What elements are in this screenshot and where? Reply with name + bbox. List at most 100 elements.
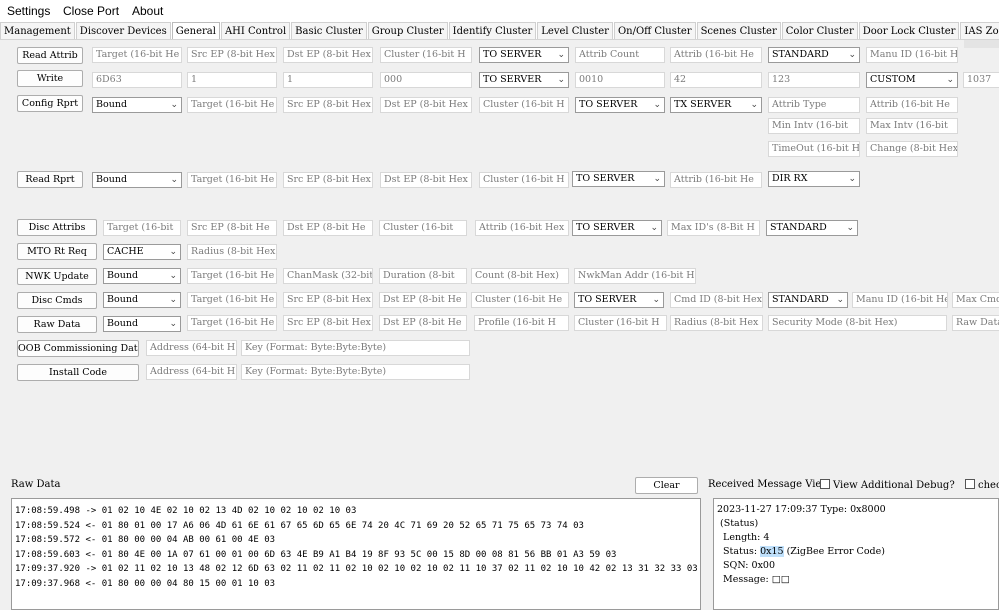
read-attrib-dst-ep-input[interactable]: Dst EP (8-bit Hex — [283, 47, 373, 63]
menu-settings[interactable]: Settings — [7, 4, 50, 18]
tab-identify-cluster[interactable]: Identify Cluster — [448, 22, 537, 39]
config-rprt-button[interactable]: Config Rprt — [17, 95, 83, 112]
nwk-nwkman-input[interactable]: NwkMan Addr (16-bit He — [574, 268, 696, 284]
disc-cmds-dst-ep-input[interactable]: Dst EP (8-bit He — [379, 292, 467, 308]
oob-commissioning-button[interactable]: OOB Commissioning Data — [17, 340, 139, 357]
oob-key-input[interactable]: Key (Format: Byte:Byte:Byte) — [241, 340, 470, 356]
disc-attribs-attrib-input[interactable]: Attrib (16-bit Hex — [475, 220, 569, 236]
tab-basic-cluster[interactable]: Basic Cluster — [291, 22, 367, 39]
read-attrib-src-ep-input[interactable]: Src EP (8-bit Hex — [187, 47, 277, 63]
raw-profile-input[interactable]: Profile (16-bit H — [474, 315, 569, 331]
received-message-view[interactable]: 2023-11-27 17:09:37 Type: 0x8000 (Status… — [713, 498, 999, 610]
read-attrib-mode-select[interactable]: STANDARD ⌄ — [768, 47, 860, 63]
config-rprt-src-ep-input[interactable]: Src EP (8-bit Hex — [283, 97, 373, 113]
write-cluster-input[interactable]: 000 — [380, 72, 472, 88]
read-rprt-addr-mode-select[interactable]: Bound ⌄ — [92, 172, 182, 188]
nwk-target-input[interactable]: Target (16-bit He — [187, 268, 277, 284]
disc-attribs-src-ep-input[interactable]: Src EP (8-bit He — [187, 220, 277, 236]
read-rprt-button[interactable]: Read Rprt — [17, 171, 83, 188]
tab-group-cluster[interactable]: Group Cluster — [367, 22, 448, 39]
checkbox-box[interactable] — [820, 479, 830, 489]
second-checkbox[interactable]: chec — [965, 479, 999, 491]
nwk-duration-input[interactable]: Duration (8-bit — [379, 268, 467, 284]
read-attrib-button[interactable]: Read Attrib — [17, 47, 83, 64]
config-rprt-direction-select[interactable]: TO SERVER ⌄ — [575, 97, 665, 113]
tab-discover-devices[interactable]: Discover Devices — [75, 22, 171, 39]
read-rprt-dir-select[interactable]: DIR RX ⌄ — [768, 171, 860, 187]
disc-attribs-max-ids-input[interactable]: Max ID's (8-Bit H — [667, 220, 760, 236]
config-rprt-attrib-input[interactable]: Attrib (16-bit He — [866, 97, 958, 113]
raw-radius-input[interactable]: Radius (8-bit Hex — [670, 315, 763, 331]
write-direction-select[interactable]: TO SERVER ⌄ — [479, 72, 569, 88]
tab-door-lock-cluster[interactable]: Door Lock Cluster — [858, 22, 960, 39]
disc-cmds-max-cmds-input[interactable]: Max Cmds — [952, 292, 999, 308]
raw-data-button[interactable]: Raw Data — [17, 316, 97, 333]
read-attrib-count-input[interactable]: Attrib Count — [575, 47, 665, 63]
write-extra-input[interactable]: 1037 — [963, 72, 999, 88]
disc-attribs-button[interactable]: Disc Attribs — [17, 219, 97, 236]
tab-general[interactable]: General — [171, 22, 220, 39]
disc-cmds-direction-select[interactable]: TO SERVER ⌄ — [574, 292, 664, 308]
disc-attribs-direction-select[interactable]: TO SERVER ⌄ — [572, 220, 662, 236]
config-rprt-cluster-input[interactable]: Cluster (16-bit H — [479, 97, 569, 113]
read-attrib-cluster-input[interactable]: Cluster (16-bit H — [380, 47, 472, 63]
disc-cmds-src-ep-input[interactable]: Src EP (8-bit Hex — [283, 292, 373, 308]
menu-about[interactable]: About — [132, 4, 163, 18]
config-rprt-dst-ep-input[interactable]: Dst EP (8-bit Hex — [380, 97, 472, 113]
raw-target-input[interactable]: Target (16-bit He — [187, 315, 277, 331]
disc-attribs-dst-ep-input[interactable]: Dst EP (8-bit He — [283, 220, 373, 236]
disc-cmds-mode-select[interactable]: STANDARD ⌄ — [768, 292, 848, 308]
raw-cluster-input[interactable]: Cluster (16-bit H — [574, 315, 667, 331]
oob-address-input[interactable]: Address (64-bit H — [146, 340, 237, 356]
raw-data-input[interactable]: Raw Data — [952, 315, 999, 331]
tab-level-cluster[interactable]: Level Cluster — [537, 22, 613, 39]
config-rprt-tx-select[interactable]: TX SERVER ⌄ — [670, 97, 762, 113]
config-rprt-min-intv-input[interactable]: Min Intv (16-bit — [768, 118, 860, 134]
raw-src-ep-input[interactable]: Src EP (8-bit Hex — [283, 315, 373, 331]
config-rprt-max-intv-input[interactable]: Max Intv (16-bit — [866, 118, 958, 134]
write-dst-ep-input[interactable]: 1 — [283, 72, 373, 88]
raw-addr-mode-select[interactable]: Bound ⌄ — [103, 316, 181, 332]
disc-attribs-cluster-input[interactable]: Cluster (16-bit — [379, 220, 467, 236]
read-rprt-cluster-input[interactable]: Cluster (16-bit H — [479, 172, 569, 188]
disc-attribs-mode-select[interactable]: STANDARD ⌄ — [766, 220, 858, 236]
nwk-update-button[interactable]: NWK Update — [17, 268, 97, 285]
disc-cmds-target-input[interactable]: Target (16-bit He — [187, 292, 277, 308]
install-key-input[interactable]: Key (Format: Byte:Byte:Byte) — [241, 364, 470, 380]
raw-dst-ep-input[interactable]: Dst EP (8-bit He — [379, 315, 467, 331]
write-target-input[interactable]: 6D63 — [92, 72, 182, 88]
read-attrib-attrib-input[interactable]: Attrib (16-bit He — [670, 47, 762, 63]
clear-button[interactable]: Clear — [635, 477, 698, 494]
disc-cmds-button[interactable]: Disc Cmds — [17, 292, 97, 309]
tab-on-off-cluster[interactable]: On/Off Cluster — [613, 22, 696, 39]
read-rprt-direction-select[interactable]: TO SERVER ⌄ — [572, 171, 665, 187]
tab-ahi-control[interactable]: AHI Control — [220, 22, 291, 39]
write-manu-input[interactable]: 123 — [768, 72, 860, 88]
tab-management[interactable]: Management — [0, 22, 75, 39]
mto-radius-input[interactable]: Radius (8-bit Hex — [187, 244, 277, 260]
read-attrib-direction-select[interactable]: TO SERVER ⌄ — [479, 47, 569, 63]
disc-attribs-target-input[interactable]: Target (16-bit — [103, 220, 181, 236]
config-rprt-target-input[interactable]: Target (16-bit He — [187, 97, 277, 113]
raw-security-input[interactable]: Security Mode (8-bit Hex) — [768, 315, 947, 331]
mto-rt-req-button[interactable]: MTO Rt Req — [17, 243, 97, 260]
write-src-ep-input[interactable]: 1 — [187, 72, 277, 88]
disc-cmds-cluster-input[interactable]: Cluster (16-bit He — [471, 292, 569, 308]
write-attrib-input[interactable]: 0010 — [575, 72, 665, 88]
read-attrib-target-input[interactable]: Target (16-bit He — [92, 47, 182, 63]
tab-color-cluster[interactable]: Color Cluster — [781, 22, 858, 39]
additional-debug-checkbox[interactable]: View Additional Debug? — [820, 479, 955, 491]
nwk-addr-mode-select[interactable]: Bound ⌄ — [103, 268, 181, 284]
disc-cmds-cmd-id-input[interactable]: Cmd ID (8-bit Hex — [670, 292, 763, 308]
config-rprt-addr-mode-select[interactable]: Bound ⌄ — [92, 97, 182, 113]
disc-cmds-manu-id-input[interactable]: Manu ID (16-bit He — [852, 292, 948, 308]
tab-scenes-cluster[interactable]: Scenes Cluster — [696, 22, 781, 39]
raw-data-log[interactable]: 17:08:59.498 -> 01 02 10 4E 02 10 02 13 … — [11, 498, 701, 610]
tab-ias-zone-cl[interactable]: IAS Zone Cl — [960, 22, 999, 39]
config-rprt-timeout-input[interactable]: TimeOut (16-bit H — [768, 141, 860, 157]
install-code-button[interactable]: Install Code — [17, 364, 139, 381]
write-mode-select[interactable]: CUSTOM ⌄ — [866, 72, 958, 88]
nwk-chanmask-input[interactable]: ChanMask (32-bit — [283, 268, 373, 284]
menu-close-port[interactable]: Close Port — [63, 4, 119, 18]
read-attrib-manu-id-input[interactable]: Manu ID (16-bit H — [866, 47, 958, 63]
